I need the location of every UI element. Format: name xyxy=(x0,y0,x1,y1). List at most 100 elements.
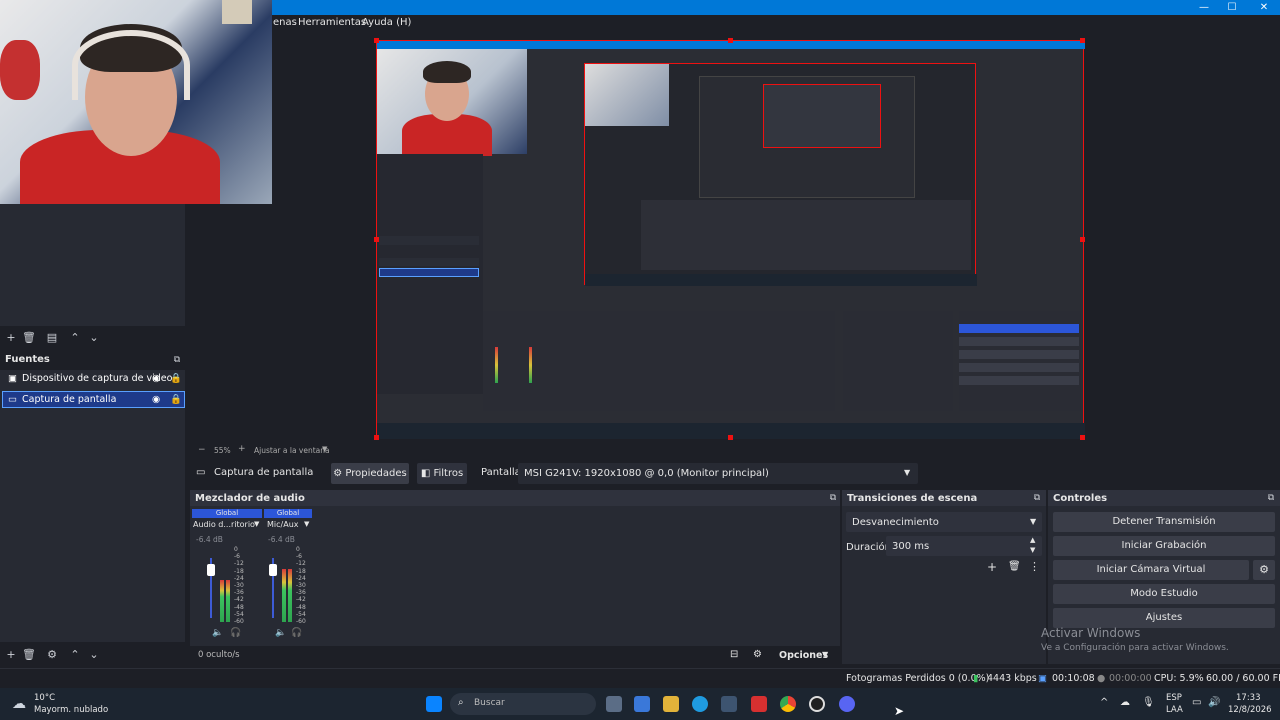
close-button[interactable]: ✕ xyxy=(1248,0,1280,15)
fps: 60.00 / 60.00 FPS xyxy=(1206,673,1280,684)
lock-icon[interactable]: 🔒 xyxy=(170,394,182,405)
studio-mode-button[interactable]: Modo Estudio xyxy=(1053,584,1275,604)
network-icon[interactable]: ▭ xyxy=(1192,697,1201,708)
volume-icon[interactable]: 🔊 xyxy=(1208,697,1220,708)
chevron-up-icon[interactable]: ⌃ xyxy=(68,648,82,662)
gear-icon: ⚙ xyxy=(333,468,343,479)
record-time: 00:00:00 xyxy=(1109,673,1152,684)
source-item-video-capture[interactable]: ▣ Dispositivo de captura de video ◉ 🔒 xyxy=(2,371,185,388)
filters-button[interactable]: ◧ Filtros xyxy=(417,463,467,484)
volume-fader[interactable] xyxy=(269,564,277,576)
more-icon[interactable]: ⋮ xyxy=(1029,560,1040,573)
chevron-down-icon[interactable]: ▼ xyxy=(304,520,309,528)
monitor-icon: ▭ xyxy=(8,394,17,405)
activation-watermark-text: Ve a Configuración para activar Windows. xyxy=(1041,643,1229,653)
weather-desc: Mayorm. nublado xyxy=(34,705,109,715)
scenes-list xyxy=(0,204,185,326)
weather-temp: 10°C xyxy=(34,693,56,703)
source-label: Captura de pantalla xyxy=(22,394,117,405)
widgets-icon[interactable] xyxy=(634,696,650,712)
spin-up-icon[interactable]: ▲ xyxy=(1030,536,1035,544)
undock-icon[interactable]: ⧉ xyxy=(826,491,840,505)
display-label: Pantalla xyxy=(481,467,521,478)
stop-streaming-button[interactable]: Detener Transmisión xyxy=(1053,512,1275,532)
display-select[interactable]: MSI G241V: 1920x1080 @ 0,0 (Monitor prin… xyxy=(518,463,918,484)
obs-icon[interactable] xyxy=(809,696,825,712)
zoom-level: 55% xyxy=(214,446,231,455)
undock-icon[interactable]: ⧉ xyxy=(1264,491,1278,505)
start-virtual-camera-button[interactable]: Iniciar Cámara Virtual xyxy=(1053,560,1249,580)
undock-icon[interactable]: ⧉ xyxy=(170,353,184,367)
chevron-down-icon: ▼ xyxy=(1030,517,1037,526)
mic-icon[interactable]: 🎙 xyxy=(1142,697,1155,708)
menu-item-escenas[interactable]: enas xyxy=(273,17,297,28)
app-icon-red[interactable] xyxy=(751,696,767,712)
fit-to-window[interactable]: Ajustar a la ventana xyxy=(254,446,330,455)
eye-icon[interactable]: ◉ xyxy=(152,373,160,384)
zoom-in-icon[interactable]: + xyxy=(238,444,246,454)
chevron-up-icon[interactable]: ^ xyxy=(1100,697,1108,708)
volume-fader[interactable] xyxy=(207,564,215,576)
trash-icon[interactable]: 🗑 xyxy=(22,331,36,345)
search-box[interactable]: ⌕ Buscar xyxy=(450,693,596,715)
settings-button[interactable]: Ajustes xyxy=(1053,608,1275,628)
clock-time[interactable]: 17:33 xyxy=(1236,693,1261,703)
headphones-icon[interactable]: 🎧 xyxy=(230,628,241,638)
level-meter xyxy=(288,569,292,622)
webcam-overlay xyxy=(0,0,272,204)
gear-icon[interactable]: ⚙ xyxy=(45,648,59,662)
duration-input[interactable]: 300 ms ▲ ▼ xyxy=(886,536,1042,556)
properties-button[interactable]: ⚙ Propiedades xyxy=(331,463,409,484)
speaker-icon[interactable]: 🔈 xyxy=(212,628,223,638)
chevron-down-icon[interactable]: ⌄ xyxy=(87,648,101,662)
status-bar: Fotogramas Perdidos 0 (0.0%) ▮ 4443 kbps… xyxy=(0,668,1280,688)
meter-scale: 0 -6 -12 -18 -24 -30 -36 -42 -48 -54 -60 xyxy=(296,546,306,626)
transitions-title: Transiciones de escena xyxy=(847,493,978,504)
layout-icon[interactable]: ⊟ xyxy=(730,649,738,660)
channel-db: -6.4 dB xyxy=(268,535,295,544)
transitions-dock: Transiciones de escena ⧉ Desvanecimiento… xyxy=(842,490,1046,664)
speaker-icon[interactable]: 🔈 xyxy=(275,628,286,638)
chevron-down-icon[interactable]: ▼ xyxy=(254,520,259,528)
add-icon[interactable]: + xyxy=(4,331,18,345)
undock-icon[interactable]: ⧉ xyxy=(1030,491,1044,505)
transition-select[interactable]: Desvanecimiento ▼ xyxy=(846,512,1042,532)
chevron-down-icon[interactable]: ⌄ xyxy=(87,331,101,345)
maximize-button[interactable]: ☐ xyxy=(1216,0,1248,15)
cpu-usage: CPU: 5.9% xyxy=(1154,673,1204,684)
gear-icon[interactable]: ⚙ xyxy=(1253,560,1275,580)
chrome-icon[interactable] xyxy=(780,696,796,712)
eye-icon[interactable]: ◉ xyxy=(152,394,160,405)
chevron-down-icon: ▼ xyxy=(822,650,829,659)
menu-item-ayuda[interactable]: Ayuda (H) xyxy=(362,17,411,28)
add-icon[interactable]: + xyxy=(4,648,18,662)
chevron-up-icon[interactable]: ⌃ xyxy=(68,331,82,345)
start-recording-button[interactable]: Iniciar Grabación xyxy=(1053,536,1275,556)
channel-group: Global xyxy=(264,509,312,518)
headphones-icon[interactable]: 🎧 xyxy=(291,628,302,638)
task-view-icon[interactable] xyxy=(606,696,622,712)
gear-icon[interactable]: ⚙ xyxy=(753,649,762,660)
chevron-down-icon[interactable]: ▼ xyxy=(322,445,327,453)
file-explorer-icon[interactable] xyxy=(663,696,679,712)
menu-item-herramientas[interactable]: Herramientas xyxy=(298,17,366,28)
zoom-out-icon[interactable]: − xyxy=(198,445,206,455)
options-button[interactable]: Opciones xyxy=(779,650,828,661)
windows-start-icon[interactable] xyxy=(426,696,442,712)
edge-icon[interactable] xyxy=(692,696,708,712)
store-icon[interactable] xyxy=(721,696,737,712)
tray-icon[interactable]: ☁ xyxy=(1120,697,1130,708)
language-top[interactable]: ESP xyxy=(1166,693,1182,703)
spin-down-icon[interactable]: ▼ xyxy=(1030,546,1035,554)
trash-icon[interactable]: 🗑 xyxy=(22,648,36,662)
add-icon[interactable]: + xyxy=(987,560,997,574)
lock-icon[interactable]: 🔒 xyxy=(170,373,182,384)
preview-canvas[interactable] xyxy=(374,38,1085,440)
discord-icon[interactable] xyxy=(839,696,855,712)
filter-icon[interactable]: ▤ xyxy=(45,331,59,345)
weather-icon[interactable]: ☁ xyxy=(12,696,26,712)
source-item-screen-capture[interactable]: ▭ Captura de pantalla ◉ 🔒 xyxy=(2,391,185,408)
trash-icon[interactable]: 🗑 xyxy=(1008,561,1021,572)
language-bottom[interactable]: LAA xyxy=(1166,705,1183,715)
clock-date[interactable]: 12/8/2026 xyxy=(1228,705,1272,715)
